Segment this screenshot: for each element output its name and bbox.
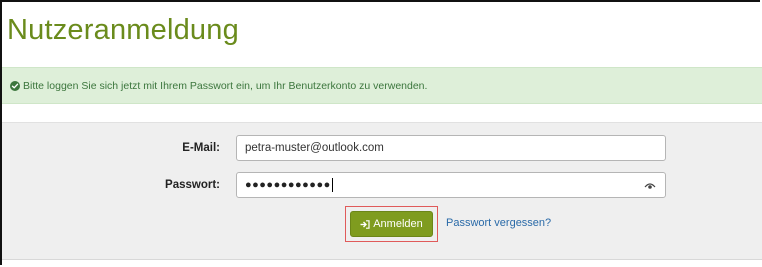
email-value: petra-muster@outlook.com: [245, 142, 384, 154]
email-field[interactable]: petra-muster@outlook.com: [236, 135, 666, 161]
login-button-label: Anmelden: [373, 218, 423, 230]
alert-message: Bitte loggen Sie sich jetzt mit Ihrem Pa…: [23, 79, 428, 92]
text-caret: [331, 178, 333, 192]
email-label: E-Mail:: [182, 142, 220, 154]
bottom-divider: [2, 259, 762, 260]
password-field[interactable]: ●●●●●●●●●●●●: [236, 172, 666, 198]
eye-icon[interactable]: [643, 180, 657, 192]
check-circle-icon: [10, 80, 20, 91]
forgot-password-link[interactable]: Passwort vergessen?: [446, 217, 551, 229]
password-value: ●●●●●●●●●●●●: [245, 179, 331, 191]
info-alert: Bitte loggen Sie sich jetzt mit Ihrem Pa…: [2, 67, 762, 104]
login-button[interactable]: Anmelden: [350, 211, 433, 237]
password-label: Passwort:: [165, 179, 220, 191]
sign-in-icon: [360, 219, 370, 229]
page-title: Nutzeranmeldung: [7, 14, 239, 46]
